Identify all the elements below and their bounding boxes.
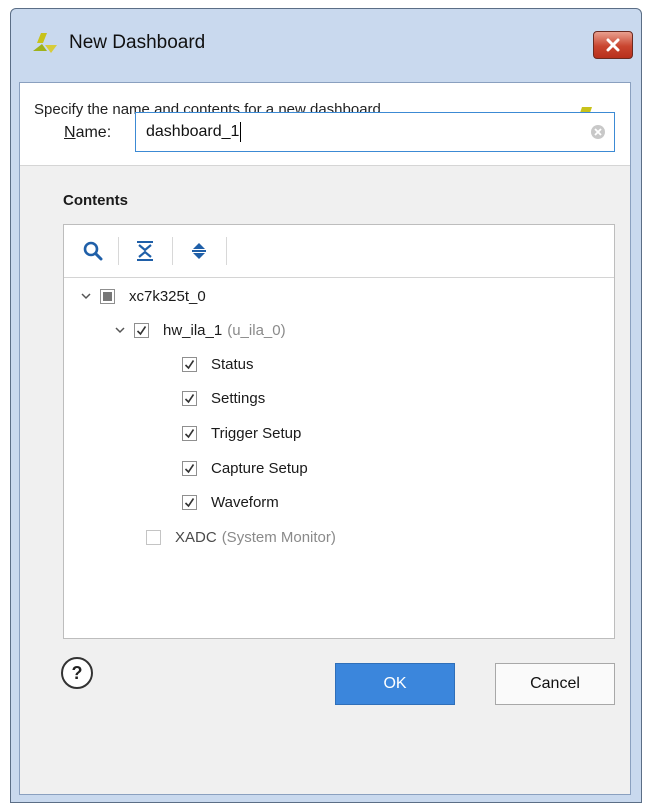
toolbar-separator (226, 237, 227, 265)
expand-all-button[interactable] (186, 238, 212, 264)
checkmark-icon (184, 463, 195, 473)
device-checkbox[interactable] (100, 288, 115, 304)
tree-sublabel: (System Monitor) (221, 528, 336, 546)
tree-label: Status (211, 355, 254, 373)
chevron-down-icon[interactable] (78, 288, 94, 304)
help-icon: ? (71, 662, 83, 683)
tree-node-trigger-setup[interactable]: Trigger Setup (182, 419, 301, 447)
status-checkbox[interactable] (182, 356, 197, 372)
name-input-value: dashboard_1 (146, 123, 240, 140)
expand-all-icon (192, 243, 206, 259)
close-button[interactable] (593, 31, 633, 59)
search-icon (83, 241, 103, 261)
window-title: New Dashboard (69, 32, 206, 53)
tree-label: Settings (211, 389, 266, 407)
tree-label: hw_ila_1 (163, 321, 223, 339)
xadc-checkbox (146, 529, 161, 545)
text-caret (240, 122, 242, 142)
capture-setup-checkbox[interactable] (182, 460, 197, 476)
tree-label: xc7k325t_0 (129, 287, 206, 305)
ok-button[interactable]: OK (335, 663, 455, 705)
settings-checkbox[interactable] (182, 390, 197, 406)
tree-node-ila[interactable]: hw_ila_1 (u_ila_0) (112, 316, 286, 344)
cancel-button[interactable]: Cancel (495, 663, 615, 705)
tree-node-capture-setup[interactable]: Capture Setup (182, 454, 308, 482)
collapse-all-button[interactable] (132, 238, 158, 264)
trigger-setup-checkbox[interactable] (182, 425, 197, 441)
checkmark-icon (184, 393, 195, 403)
tree-node-settings[interactable]: Settings (182, 384, 265, 412)
toolbar-separator (172, 237, 173, 265)
clear-field-icon[interactable] (590, 124, 606, 145)
title-bar[interactable]: New Dashboard (11, 9, 641, 75)
close-icon (606, 38, 620, 52)
checkmark-icon (184, 497, 195, 507)
search-button[interactable] (80, 238, 106, 264)
toolbar-separator (118, 237, 119, 265)
tree-node-xadc: XADC (System Monitor) (146, 523, 336, 551)
tree-node-status[interactable]: Status (182, 350, 254, 378)
checkmark-icon (184, 428, 195, 438)
vivado-logo-icon (33, 33, 57, 59)
tree-label: Trigger Setup (211, 424, 302, 442)
contents-label: Contents (63, 192, 128, 209)
name-label: Name: (64, 124, 111, 142)
checkmark-icon (184, 359, 195, 369)
checkmark-icon (136, 325, 147, 335)
tree-label: Waveform (211, 493, 279, 511)
dialog-window: New Dashboard Specify the name and conte… (10, 8, 642, 803)
name-label-text: ame: (75, 124, 112, 141)
help-button[interactable]: ? (61, 657, 93, 689)
tree-node-waveform[interactable]: Waveform (182, 488, 279, 516)
tree-node-device[interactable]: xc7k325t_0 (78, 282, 206, 310)
name-input[interactable]: dashboard_1 (135, 112, 615, 152)
tree-sublabel: (u_ila_0) (227, 321, 286, 339)
contents-tree-panel: xc7k325t_0 hw_ila_1 (u_ila_0) Status Set… (63, 224, 615, 639)
tree-label: XADC (175, 528, 217, 546)
ila-checkbox[interactable] (134, 322, 149, 338)
collapse-all-icon (137, 241, 153, 261)
tree-toolbar (64, 225, 614, 278)
tree-label: Capture Setup (211, 459, 308, 477)
name-label-mnemonic: N (64, 124, 76, 141)
waveform-checkbox[interactable] (182, 494, 197, 510)
chevron-down-icon[interactable] (112, 322, 128, 338)
